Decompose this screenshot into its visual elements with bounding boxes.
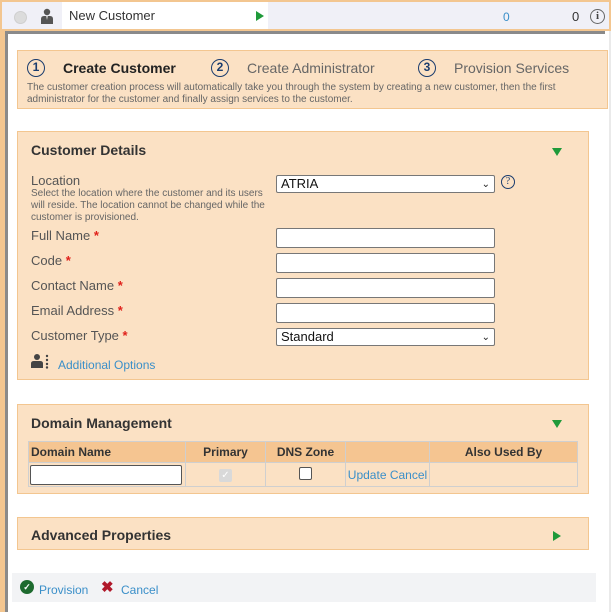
status-radio[interactable]: [14, 11, 27, 24]
primary-checkbox: ✓: [219, 469, 232, 482]
customer-type-label: Customer Type *: [31, 328, 128, 343]
code-input[interactable]: [276, 253, 495, 273]
collapse-toggle-icon[interactable]: [552, 420, 562, 428]
item-header-bar: New Customer 0 0 i: [0, 0, 611, 31]
step-create-administrator: 2 Create Administrator: [211, 59, 375, 77]
domain-name-input[interactable]: [30, 464, 182, 485]
code-label: Code *: [31, 253, 71, 268]
title-cell: New Customer: [62, 2, 268, 29]
panel-title: Domain Management: [31, 415, 172, 431]
step-provision-services: 3 Provision Services: [418, 59, 569, 77]
contact-name-label: Contact Name *: [31, 278, 123, 293]
customer-type-select[interactable]: Standard ⌄: [276, 328, 495, 346]
item-title: New Customer: [69, 8, 155, 23]
collapse-toggle-icon[interactable]: [552, 148, 562, 156]
also-used-by-cell: [429, 462, 578, 487]
chevron-down-icon: ⌄: [481, 179, 490, 190]
table-header-row: Domain Name Primary DNS Zone Also Used B…: [28, 441, 578, 463]
left-frame-shadow: [5, 31, 8, 612]
close-icon[interactable]: ✖: [101, 578, 114, 596]
cancel-button[interactable]: Cancel: [121, 583, 158, 597]
play-icon[interactable]: [256, 11, 264, 21]
step-label: Create Administrator: [247, 60, 375, 76]
count-value: 0: [572, 9, 580, 24]
step-number: 1: [27, 59, 45, 77]
dns-zone-checkbox[interactable]: [299, 466, 312, 480]
primary-cell: ✓: [185, 462, 266, 487]
step-label: Create Customer: [63, 60, 176, 76]
step-number: 2: [211, 59, 229, 77]
wizard-steps: 1 Create Customer 2 Create Administrator…: [17, 50, 608, 109]
domain-table: Domain Name Primary DNS Zone Also Used B…: [28, 441, 578, 487]
column-header: DNS Zone: [265, 441, 346, 463]
additional-options-icon: [31, 354, 49, 369]
update-link[interactable]: Update: [348, 468, 387, 482]
full-name-input[interactable]: [276, 228, 495, 248]
contact-name-input[interactable]: [276, 278, 495, 298]
column-header: Primary: [185, 441, 266, 463]
email-address-label: Email Address *: [31, 303, 123, 318]
user-icon: [41, 8, 53, 24]
location-value: ATRIA: [281, 176, 319, 191]
top-frame-shadow: [5, 31, 605, 34]
count-link[interactable]: 0: [503, 10, 510, 24]
wizard-description: The customer creation process will autom…: [27, 82, 556, 105]
column-header: [345, 441, 430, 463]
domain-management-panel: Domain Management Domain Name Primary DN…: [17, 404, 589, 494]
help-icon[interactable]: ?: [501, 175, 515, 189]
action-bar: ✓ Provision ✖ Cancel: [12, 573, 596, 602]
provision-button[interactable]: Provision: [39, 583, 88, 597]
customer-type-value: Standard: [281, 329, 334, 344]
info-icon[interactable]: i: [590, 9, 605, 24]
cancel-link[interactable]: Cancel: [390, 468, 427, 482]
step-create-customer: 1 Create Customer: [27, 59, 176, 77]
location-select[interactable]: ATRIA ⌄: [276, 175, 495, 193]
full-name-label: Full Name *: [31, 228, 99, 243]
expand-toggle-icon[interactable]: [553, 531, 561, 541]
step-label: Provision Services: [454, 60, 570, 76]
step-number: 3: [418, 59, 436, 77]
panel-title: Advanced Properties: [31, 527, 172, 543]
advanced-properties-panel[interactable]: Advanced Properties: [17, 517, 589, 550]
location-label: Location: [31, 173, 81, 188]
email-address-input[interactable]: [276, 303, 495, 323]
column-header: Domain Name: [28, 441, 186, 463]
table-row: ✓ Update Cancel: [28, 462, 578, 487]
location-help: Select the location where the customer a…: [31, 188, 265, 223]
chevron-down-icon: ⌄: [481, 332, 490, 343]
customer-details-panel: Customer Details Location Select the loc…: [17, 131, 589, 380]
actions-cell: Update Cancel: [345, 462, 430, 487]
panel-title: Customer Details: [31, 142, 147, 158]
additional-options-link[interactable]: Additional Options: [58, 358, 155, 372]
domain-name-cell: [28, 462, 186, 487]
check-circle-icon[interactable]: ✓: [20, 580, 34, 594]
dns-zone-cell: [265, 462, 346, 487]
column-header: Also Used By: [429, 441, 578, 463]
